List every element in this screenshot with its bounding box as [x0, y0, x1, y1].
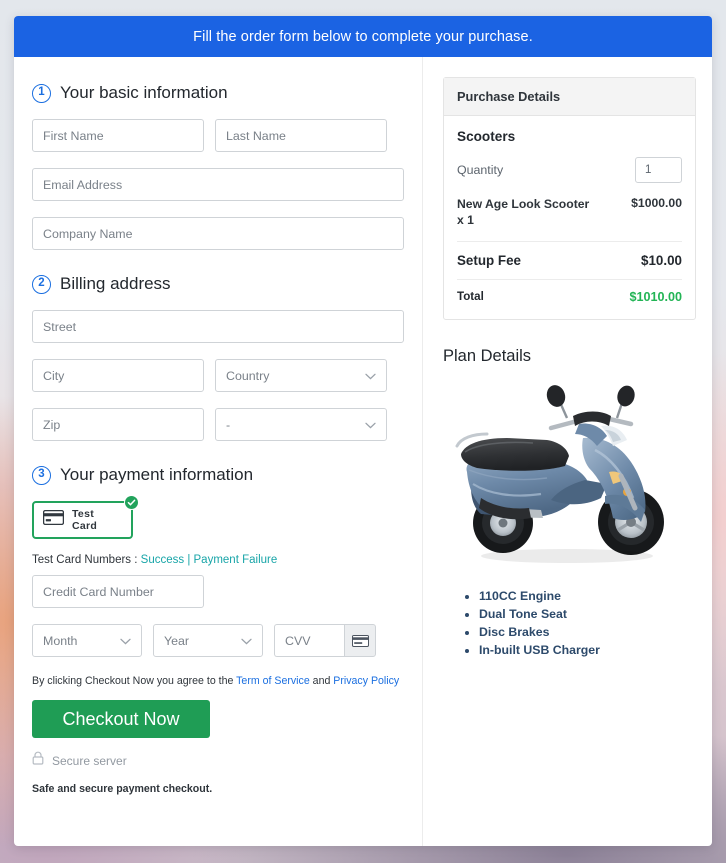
setup-fee-label: Setup Fee — [457, 252, 521, 268]
checkout-page: Fill the order form below to complete yo… — [0, 0, 726, 863]
banner-text: Fill the order form below to complete yo… — [193, 28, 533, 45]
expiry-cvv-row: Month Year CVV — [32, 624, 404, 657]
section-header-billing-address: 2 Billing address — [32, 274, 404, 294]
plan-feature-list: 110CC Engine Dual Tone Seat Disc Brakes … — [443, 588, 696, 659]
line-item-row: New Age Look Scooter x 1 $1000.00 — [457, 196, 682, 241]
test-card-numbers-line: Test Card Numbers : Success | Payment Fa… — [32, 554, 404, 566]
terms-agreement-text: By clicking Checkout Now you agree to th… — [32, 675, 404, 687]
expiry-year-select[interactable]: Year — [153, 624, 263, 657]
chevron-down-icon — [365, 418, 376, 432]
total-label: Total — [457, 290, 484, 304]
summary-column: Purchase Details Scooters Quantity 1 New… — [422, 57, 712, 846]
secure-server-note: Secure server — [32, 751, 404, 770]
state-select[interactable]: - — [215, 408, 387, 441]
credit-card-icon — [42, 509, 65, 530]
expiry-year-value: Year — [164, 633, 190, 648]
test-card-option[interactable]: Test Card — [32, 495, 139, 539]
quantity-row: Quantity 1 — [457, 157, 682, 183]
purchase-details-panel: Purchase Details Scooters Quantity 1 New… — [443, 77, 696, 320]
test-card-option-label: Test Card — [72, 508, 98, 532]
section-header-payment-information: 3 Your payment information — [32, 465, 404, 485]
country-select-value: Country — [226, 368, 270, 383]
expiry-month-select[interactable]: Month — [32, 624, 142, 657]
line-item-amount: $1000.00 — [631, 196, 682, 210]
street-row: Street — [32, 310, 404, 343]
lock-icon — [32, 751, 44, 770]
purchase-details-body: Scooters Quantity 1 New Age Look Scooter… — [444, 116, 695, 319]
email-row: Email Address — [32, 168, 404, 201]
step-number-3: 3 — [32, 465, 51, 485]
chevron-down-icon — [365, 369, 376, 383]
test-card-link-separator: | — [184, 554, 194, 566]
street-input[interactable]: Street — [32, 310, 404, 343]
chevron-down-icon — [241, 634, 252, 648]
total-amount: $1010.00 — [629, 289, 682, 304]
checkout-now-button[interactable]: Checkout Now — [32, 700, 210, 738]
cvv-card-icon — [344, 624, 376, 657]
scooter-product-image — [443, 380, 696, 570]
privacy-policy-link[interactable]: Privacy Policy — [333, 675, 399, 687]
page-banner: Fill the order form below to complete yo… — [14, 16, 712, 57]
secure-server-label: Secure server — [52, 753, 127, 768]
section-title-billing-address: Billing address — [60, 274, 171, 293]
checkout-card: Fill the order form below to complete yo… — [14, 16, 712, 846]
setup-fee-amount: $10.00 — [641, 252, 682, 268]
company-row: Company Name — [32, 217, 404, 250]
name-row: First Name Last Name — [32, 119, 404, 152]
section-header-basic-information: 1 Your basic information — [32, 83, 404, 103]
plan-details-title: Plan Details — [443, 346, 532, 365]
list-item: In-built USB Charger — [479, 642, 696, 659]
total-row: Total $1010.00 — [457, 280, 682, 308]
terms-prefix: By clicking Checkout Now you agree to th… — [32, 675, 237, 687]
city-input[interactable]: City — [32, 359, 204, 392]
zip-input[interactable]: Zip — [32, 408, 204, 441]
state-select-value: - — [226, 417, 231, 432]
step-number-2: 2 — [32, 274, 51, 294]
product-group-label: Scooters — [457, 129, 516, 144]
country-select[interactable]: Country — [215, 359, 387, 392]
purchase-details-header: Purchase Details — [444, 78, 695, 116]
card-columns: 1 Your basic information First Name Last… — [14, 57, 712, 846]
test-card-failure-link[interactable]: Payment Failure — [194, 554, 278, 566]
safe-payment-note: Safe and secure payment checkout. — [32, 783, 213, 795]
credit-card-number-input[interactable]: Credit Card Number — [32, 575, 204, 608]
terms-conjunction: and — [309, 675, 334, 687]
test-card-success-link[interactable]: Success — [141, 554, 184, 566]
cvv-input[interactable]: CVV — [274, 624, 344, 657]
zip-state-row: Zip - — [32, 408, 404, 441]
credit-card-number-row: Credit Card Number — [32, 575, 404, 608]
list-item: Dual Tone Seat — [479, 606, 696, 623]
first-name-input[interactable]: First Name — [32, 119, 204, 152]
cvv-group: CVV — [274, 624, 376, 657]
order-form-column: 1 Your basic information First Name Last… — [14, 57, 422, 846]
email-field[interactable]: Email Address — [32, 168, 404, 201]
last-name-input[interactable]: Last Name — [215, 119, 387, 152]
quantity-label: Quantity — [457, 163, 504, 177]
line-item-name: New Age Look Scooter x 1 — [457, 197, 590, 228]
check-circle-icon — [124, 495, 139, 510]
setup-fee-row: Setup Fee $10.00 — [457, 242, 682, 279]
section-title-basic-information: Your basic information — [60, 83, 228, 102]
list-item: Disc Brakes — [479, 624, 696, 641]
list-item: 110CC Engine — [479, 588, 696, 605]
expiry-month-value: Month — [43, 633, 78, 648]
company-name-input[interactable]: Company Name — [32, 217, 404, 250]
step-number-1: 1 — [32, 83, 51, 103]
quantity-input[interactable]: 1 — [635, 157, 682, 183]
chevron-down-icon — [120, 634, 131, 648]
terms-of-service-link[interactable]: Term of Service — [236, 675, 310, 687]
test-card-numbers-label: Test Card Numbers : — [32, 554, 141, 566]
city-country-row: City Country — [32, 359, 404, 392]
section-title-payment-information: Your payment information — [60, 465, 254, 484]
